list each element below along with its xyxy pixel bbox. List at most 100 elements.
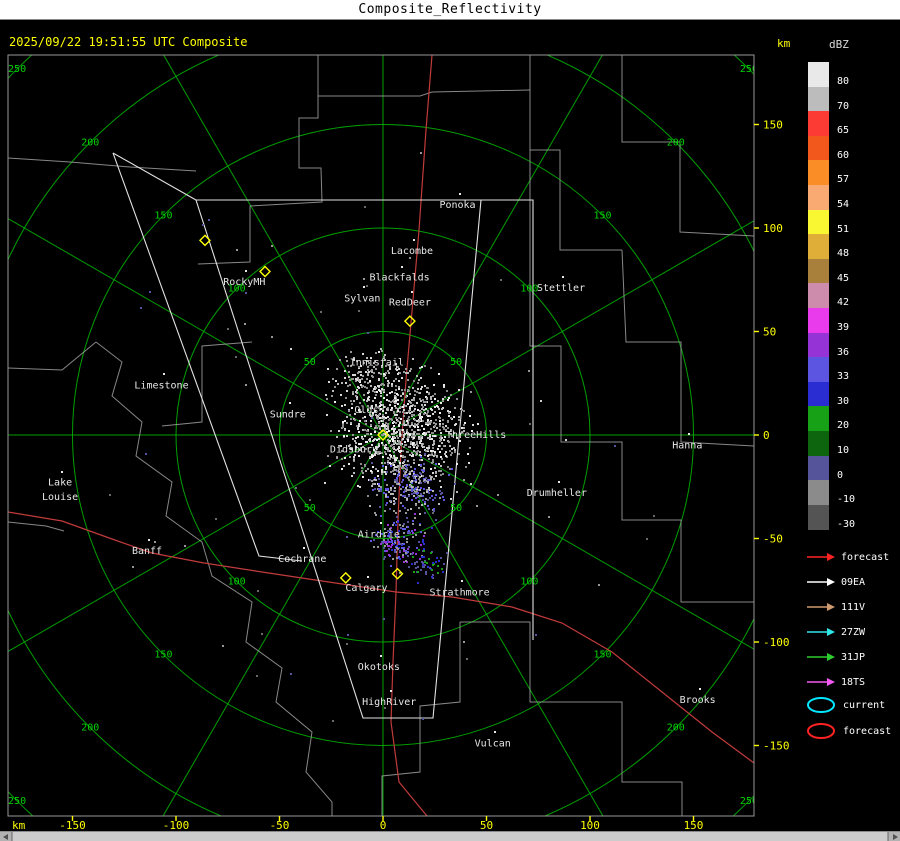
colorbar-label-57dbz: 57 bbox=[837, 174, 850, 186]
range-label-200: 200 bbox=[81, 137, 99, 148]
range-label-150: 150 bbox=[154, 650, 172, 661]
range-label-250: 250 bbox=[8, 796, 26, 807]
city-label-okotoks: Okotoks bbox=[358, 662, 400, 673]
city-label-didsbury: Didsbury bbox=[330, 444, 378, 455]
city-marker-dot bbox=[245, 270, 247, 272]
city-label-ponoka: Ponoka bbox=[439, 200, 475, 211]
colorbar-cell-60dbz bbox=[808, 135, 829, 161]
colorbar-label-42dbz: 42 bbox=[837, 297, 850, 309]
town-dot bbox=[470, 483, 472, 485]
colorbar-cell-36dbz bbox=[808, 332, 829, 358]
colorbar-cell-65dbz bbox=[808, 111, 829, 137]
colorbar-cell-42dbz bbox=[808, 283, 829, 309]
colorbar-cell-39dbz bbox=[808, 308, 829, 334]
city-label-banff: Banff bbox=[132, 546, 162, 557]
range-label-100: 100 bbox=[520, 576, 538, 587]
colorbar-label-0dbz: 0 bbox=[837, 469, 844, 481]
legend-label: forecast bbox=[841, 551, 890, 563]
colorbar-label-33dbz: 33 bbox=[837, 371, 850, 383]
legend-label: forecast bbox=[843, 725, 892, 737]
city-marker-dot bbox=[477, 423, 479, 425]
colorbar-cell-0dbz bbox=[808, 455, 829, 481]
range-label-250: 250 bbox=[740, 64, 758, 75]
city-marker-dot bbox=[411, 291, 413, 293]
current-ellipse-icon bbox=[807, 697, 835, 713]
city-label-olds: Olds bbox=[354, 405, 378, 416]
y-tick-label: 50 bbox=[763, 326, 776, 339]
city-label-vulcan: Vulcan bbox=[475, 738, 511, 749]
colorbar-cell-57dbz bbox=[808, 160, 829, 186]
range-label-50: 50 bbox=[304, 357, 316, 368]
legend-item-forecast: forecast bbox=[806, 546, 889, 568]
track-arrow-icon bbox=[807, 628, 835, 636]
city-label-innisfail: Innisfail bbox=[350, 358, 404, 369]
city-marker-dot bbox=[380, 655, 382, 657]
legend-item-09ea: 09EA bbox=[806, 571, 865, 593]
city-marker-dot bbox=[363, 286, 365, 288]
city-marker-dot bbox=[367, 576, 369, 578]
colorbar-label-39dbz: 39 bbox=[837, 322, 850, 333]
city-label-reddeer: RedDeer bbox=[389, 298, 431, 309]
town-dot bbox=[565, 439, 567, 441]
town-dot bbox=[290, 348, 292, 350]
colorbar-label--30dbz: -30 bbox=[837, 518, 856, 530]
y-tick-label: -100 bbox=[763, 636, 790, 649]
forecast-ellipse-icon bbox=[807, 723, 835, 739]
legend-item-forecast-ellipse: forecast bbox=[806, 720, 891, 742]
y-tick-label: 100 bbox=[763, 222, 783, 235]
track-arrow-icon bbox=[807, 678, 835, 686]
track-arrow-icon bbox=[807, 553, 835, 561]
scrollbar-thumb[interactable] bbox=[12, 832, 888, 841]
radar-application-window: Composite_Reflectivity 2025/09/22 19:51:… bbox=[0, 0, 900, 841]
legend-item-31jp: 31JP bbox=[806, 646, 865, 668]
city-label-sundre: Sundre bbox=[270, 409, 306, 420]
city-marker-dot bbox=[61, 471, 63, 473]
city-marker-dot bbox=[699, 688, 701, 690]
legend-label: 18TS bbox=[841, 676, 866, 688]
city-label-threehills: ThreeHills bbox=[446, 430, 506, 441]
range-label-200: 200 bbox=[667, 137, 685, 148]
colorbar-label-51dbz: 51 bbox=[837, 223, 850, 235]
colorbar-cell-80dbz bbox=[808, 62, 829, 88]
city-marker-dot bbox=[390, 690, 392, 692]
y-tick-label: -150 bbox=[763, 740, 790, 753]
colorbar-cell-51dbz bbox=[808, 209, 829, 235]
city-marker-dot bbox=[494, 731, 496, 733]
scroll-left-arrow-icon[interactable] bbox=[0, 832, 12, 841]
city-marker-dot bbox=[380, 522, 382, 524]
range-label-50: 50 bbox=[450, 357, 462, 368]
legend-item-18ts: 18TS bbox=[806, 671, 865, 693]
colorbar-label-70dbz: 70 bbox=[837, 100, 850, 112]
town-dot bbox=[325, 394, 327, 396]
colorbar-label-10dbz: 10 bbox=[837, 445, 850, 456]
colorbar-cell--10dbz bbox=[808, 480, 829, 506]
city-marker-dot bbox=[163, 373, 165, 375]
city-label-brooks: Brooks bbox=[680, 695, 716, 706]
colorbar-label-45dbz: 45 bbox=[837, 272, 850, 284]
city-label-lake: Lake bbox=[48, 478, 72, 489]
radar-display[interactable]: 5010015020025050100150200250501001502002… bbox=[0, 0, 900, 841]
legend-label: 09EA bbox=[841, 576, 866, 588]
city-marker-dot bbox=[378, 351, 380, 353]
track-legend: forecast 09EA 111V 27ZW 31JP 18TS current forec… bbox=[806, 546, 900, 756]
city-marker-dot bbox=[303, 547, 305, 549]
colorbar-cell-30dbz bbox=[808, 381, 829, 407]
range-label-150: 150 bbox=[594, 650, 612, 661]
colorbar-cell-70dbz bbox=[808, 86, 829, 112]
city-label-stettler: Stettler bbox=[537, 283, 585, 294]
range-label-100: 100 bbox=[228, 576, 246, 587]
y-tick-label: 150 bbox=[763, 119, 783, 132]
city-marker-dot bbox=[558, 481, 560, 483]
city-marker-dot bbox=[289, 402, 291, 404]
legend-label: 111V bbox=[841, 601, 866, 613]
city-label-lacombe: Lacombe bbox=[391, 246, 433, 257]
dbz-colorbar: 80 70 65 60 57 54 51 48 45 42 39 36 33 30 20 10 0 -10 -30 bbox=[808, 62, 898, 542]
city-label-calgary: Calgary bbox=[345, 583, 387, 594]
city-label-blackfalds: Blackfalds bbox=[369, 273, 429, 284]
colorbar-cell-33dbz bbox=[808, 357, 829, 383]
city-marker-dot bbox=[461, 580, 463, 582]
scroll-right-arrow-icon[interactable] bbox=[888, 832, 900, 841]
horizontal-scrollbar[interactable] bbox=[0, 831, 900, 841]
city-label-highriver: HighRiver bbox=[362, 697, 416, 708]
legend-item-current-ellipse: current bbox=[806, 694, 885, 716]
